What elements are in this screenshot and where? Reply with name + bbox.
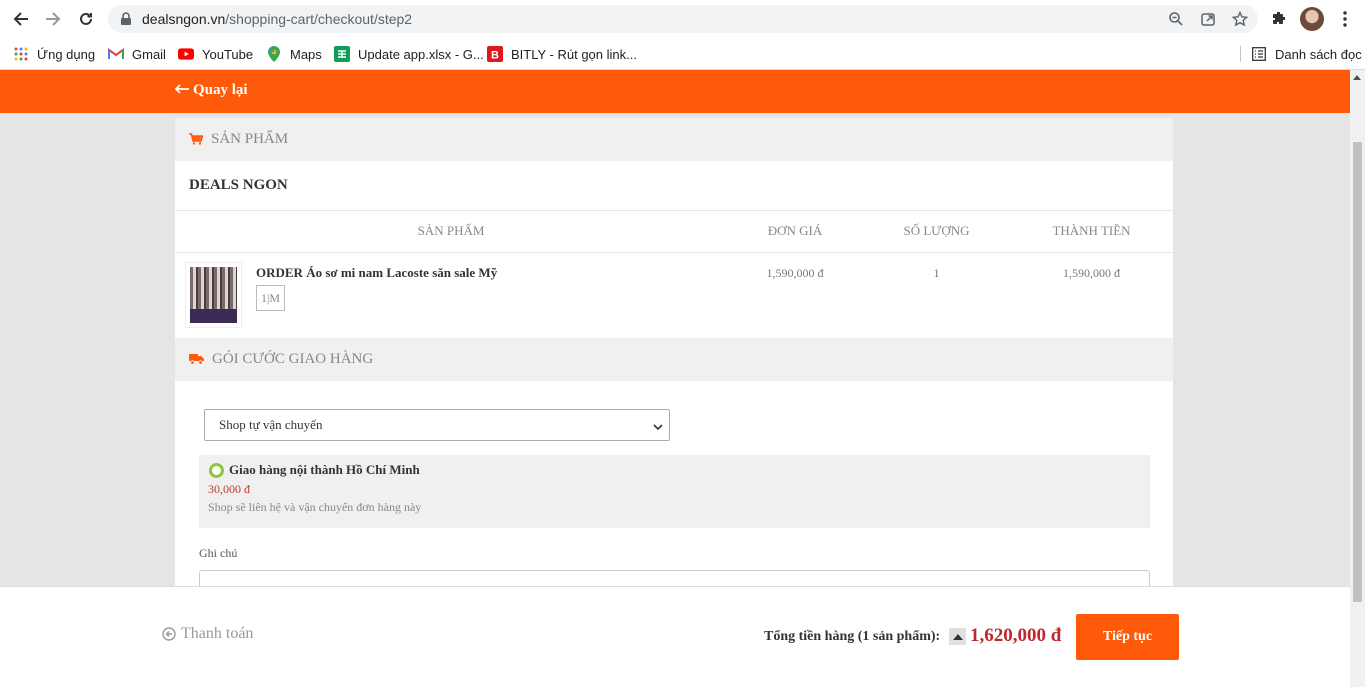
continue-button[interactable]: Tiếp tục <box>1076 614 1179 660</box>
payment-step-label: Thanh toán <box>181 625 254 642</box>
bookmark-gmail[interactable]: Gmail <box>108 43 166 65</box>
reading-list-label: Danh sách đọc <box>1275 46 1362 62</box>
reload-icon[interactable] <box>75 8 97 30</box>
column-header-product: SẢN PHẨM <box>417 223 485 238</box>
left-arrow-icon <box>174 82 189 99</box>
bookmark-maps[interactable]: Maps <box>266 43 322 65</box>
bookmark-youtube[interactable]: YouTube <box>178 43 253 65</box>
shipping-option-price: 30,000 đ <box>208 482 250 496</box>
bookmark-label: YouTube <box>202 46 254 62</box>
product-unit-price: 1,590,000 đ <box>766 266 824 280</box>
note-label: Ghi chú <box>199 546 238 560</box>
shipping-section-header: GÓI CƯỚC GIAO HÀNG <box>175 338 1173 381</box>
product-thumbnail[interactable] <box>185 262 242 328</box>
svg-text:B: B <box>491 50 499 62</box>
profile-avatar[interactable] <box>1300 7 1324 31</box>
checkout-footer: Thanh toán Tổng tiền hàng (1 sản phẩm): … <box>0 586 1350 687</box>
maps-icon <box>266 46 282 62</box>
products-section-title: SẢN PHẨM <box>211 131 289 147</box>
page-viewport: Quay lại SẢN PHẨM DEALS NGON SẢN PHẨM ĐƠ… <box>0 70 1350 687</box>
address-bar[interactable]: dealsngon.vn/shopping-cart/checkout/step… <box>108 5 1258 33</box>
url-path: /shopping-cart/checkout/step2 <box>225 11 413 27</box>
product-subtotal: 1,590,000 đ <box>1063 266 1120 280</box>
divider <box>175 252 1173 253</box>
divider <box>175 210 1173 211</box>
shirt-image <box>190 267 237 323</box>
column-header-unit-price: ĐƠN GIÁ <box>767 223 823 238</box>
extensions-icon[interactable] <box>1268 8 1290 30</box>
column-header-subtotal: THÀNH TIỀN <box>1052 223 1131 238</box>
bookmark-label: Maps <box>290 46 322 62</box>
back-link[interactable]: Quay lại <box>174 82 248 99</box>
total-details-toggle[interactable] <box>949 628 966 645</box>
bookmark-label: Gmail <box>132 46 166 62</box>
product-variant: 1|M <box>256 285 286 311</box>
reading-list[interactable]: Danh sách đọc <box>1251 43 1362 65</box>
product-quantity: 1 <box>933 266 940 280</box>
apps-grid-icon <box>13 46 29 62</box>
reading-list-icon <box>1251 46 1267 62</box>
shipping-option-name: Giao hàng nội thành Hồ Chí Minh <box>229 462 420 477</box>
bitly-icon: B <box>487 46 503 62</box>
back-link-label: Quay lại <box>193 82 248 98</box>
payment-step-link[interactable]: Thanh toán <box>162 625 253 643</box>
shipping-method-select[interactable]: Shop tự vận chuyển <box>204 409 670 441</box>
products-section-header: SẢN PHẨM <box>175 118 1173 161</box>
page-scrollbar[interactable] <box>1350 70 1365 687</box>
bookmark-label: Ứng dụng <box>37 46 96 62</box>
zoom-icon[interactable] <box>1168 11 1184 27</box>
lock-icon <box>120 12 134 26</box>
shipping-option-description: Shop sẽ liên hệ và vận chuyển đơn hàng n… <box>208 500 422 514</box>
bookmark-label: BITLY - Rút gọn link... <box>511 46 637 62</box>
top-header-bar: Quay lại <box>0 70 1350 113</box>
youtube-icon <box>178 46 194 62</box>
bookmark-sheets[interactable]: Update app.xlsx - G... <box>334 43 484 65</box>
shipping-option[interactable]: Giao hàng nội thành Hồ Chí Minh 30,000 đ… <box>199 455 1150 528</box>
share-icon[interactable] <box>1200 11 1216 27</box>
column-header-quantity: SỐ LƯỢNG <box>903 223 970 238</box>
url-text: dealsngon.vn/shopping-cart/checkout/step… <box>142 11 412 27</box>
back-arrow-icon[interactable] <box>10 8 32 30</box>
scrollbar-thumb[interactable] <box>1353 142 1362 602</box>
forward-arrow-icon[interactable] <box>42 8 64 30</box>
bookmarks-separator <box>1240 46 1241 62</box>
checkout-card: SẢN PHẨM DEALS NGON SẢN PHẨM ĐƠN GIÁ SỐ … <box>175 118 1173 638</box>
total-value: 1,620,000 đ <box>970 625 1062 646</box>
bookmarks-bar: Ứng dụng Gmail YouTube Maps Update app.x… <box>0 38 1365 70</box>
caret-up-icon <box>952 633 963 640</box>
url-host: dealsngon.vn <box>142 11 226 27</box>
scroll-up-arrow-icon[interactable] <box>1353 75 1361 80</box>
total-label: Tổng tiền hàng (1 sản phẩm): <box>764 629 941 644</box>
shipping-method-value: Shop tự vận chuyển <box>219 417 323 432</box>
circle-arrow-left-icon <box>162 627 176 641</box>
shop-name: DEALS NGON <box>189 177 288 193</box>
cart-icon <box>189 132 203 147</box>
bookmark-label: Update app.xlsx - G... <box>358 46 484 62</box>
chevron-down-icon <box>653 420 663 431</box>
browser-toolbar: dealsngon.vn/shopping-cart/checkout/step… <box>0 0 1365 38</box>
bookmark-star-icon[interactable] <box>1231 10 1249 27</box>
gmail-icon <box>108 46 124 62</box>
sheets-icon <box>334 46 350 62</box>
truck-icon <box>189 353 204 367</box>
shipping-option-radio[interactable] <box>209 463 224 478</box>
shipping-section-title: GÓI CƯỚC GIAO HÀNG <box>212 351 374 367</box>
bookmark-apps[interactable]: Ứng dụng <box>13 43 95 65</box>
menu-kebab-icon[interactable] <box>1334 8 1356 30</box>
product-name[interactable]: ORDER Áo sơ mi nam Lacoste săn sale Mỹ <box>256 265 497 281</box>
bookmark-bitly[interactable]: B BITLY - Rút gọn link... <box>487 43 637 65</box>
